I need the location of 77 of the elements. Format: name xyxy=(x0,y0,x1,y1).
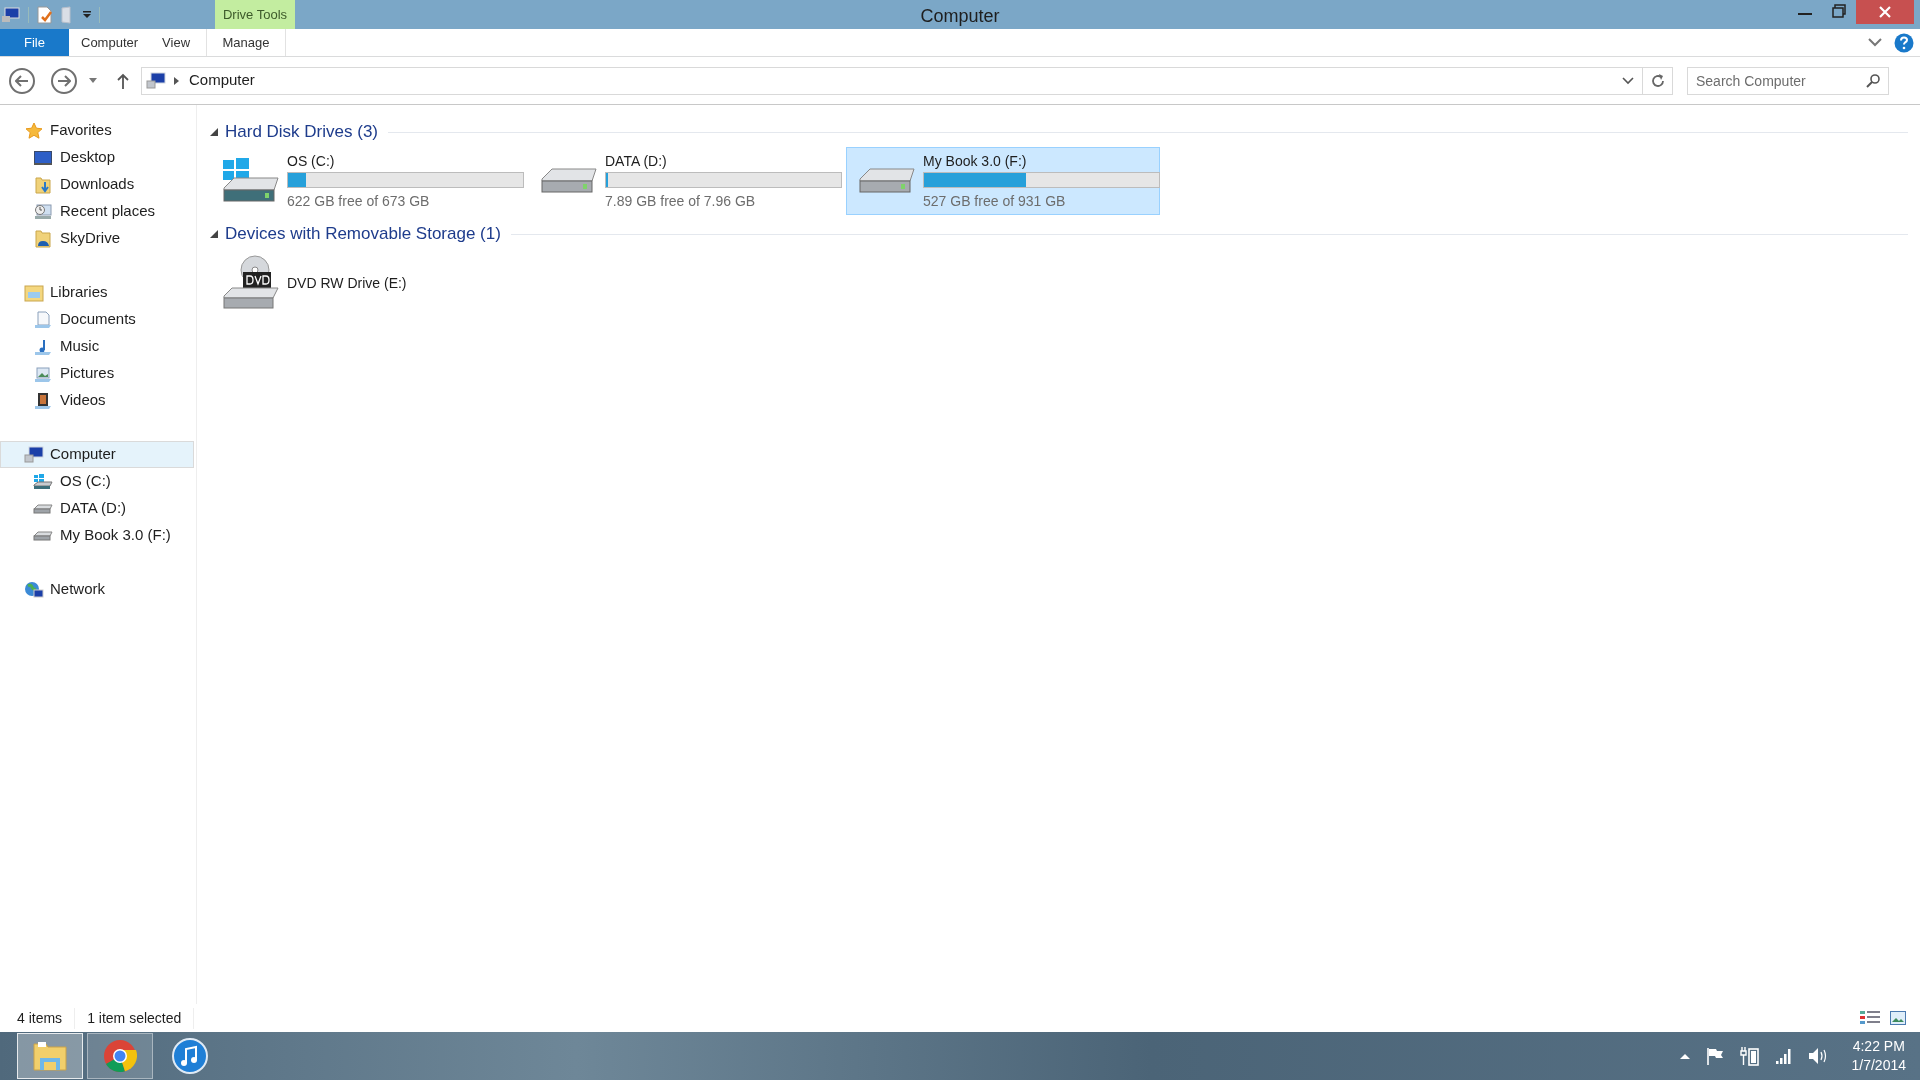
sidebar-item[interactable]: My Book 3.0 (F:) xyxy=(0,522,194,549)
back-arrow-icon xyxy=(15,74,29,87)
ribbon-tab[interactable]: Computer xyxy=(69,29,151,56)
selection-count: 1 item selected xyxy=(75,1007,195,1029)
collapse-triangle-icon[interactable] xyxy=(210,230,218,238)
group-header[interactable]: Hard Disk Drives (3) xyxy=(225,119,379,145)
drive-name: My Book 3.0 (F:) xyxy=(923,152,1028,170)
sidebar-item[interactable]: Computer xyxy=(0,441,194,468)
browser-icon[interactable] xyxy=(87,1033,153,1079)
computer-icon xyxy=(23,443,45,466)
search-icon[interactable] xyxy=(1866,73,1880,88)
sidebar-item[interactable]: Network xyxy=(0,576,194,603)
free-space: 7.89 GB free of 7.96 GB xyxy=(605,192,757,210)
computer-icon xyxy=(146,72,166,89)
collapse-triangle-icon[interactable] xyxy=(210,128,218,136)
up-arrow-icon[interactable] xyxy=(117,72,129,89)
forward-arrow-icon xyxy=(57,74,71,87)
drive-tile[interactable]: DVD RW Drive (E:) xyxy=(210,249,524,317)
drive-tile[interactable]: My Book 3.0 (F:) 527 GB free of 931 GB xyxy=(846,147,1160,215)
help-icon[interactable] xyxy=(1894,32,1914,53)
flag-icon[interactable] xyxy=(1705,1047,1724,1065)
context-tab-header: Drive Tools xyxy=(215,0,295,29)
close-button[interactable] xyxy=(1856,0,1914,24)
sidebar-item[interactable]: Documents xyxy=(0,306,194,333)
free-space: 527 GB free of 931 GB xyxy=(923,192,1067,210)
windows-drive-icon xyxy=(221,158,281,204)
chevron-down-icon[interactable] xyxy=(1622,76,1634,85)
expand-ribbon-icon[interactable] xyxy=(1868,38,1882,47)
dvd-drive-icon xyxy=(221,254,281,312)
sidebar-item[interactable]: SkyDrive xyxy=(0,225,194,252)
recent-locations-icon[interactable] xyxy=(89,78,97,83)
free-space: 622 GB free of 673 GB xyxy=(287,192,431,210)
signal-bars-icon[interactable] xyxy=(1775,1048,1792,1064)
hard-drive-icon xyxy=(539,167,599,195)
speaker-icon[interactable] xyxy=(1807,1047,1828,1065)
sidebar-item[interactable]: Videos xyxy=(0,387,194,414)
close-icon xyxy=(1879,6,1891,18)
sidebar-item[interactable]: Music xyxy=(0,333,194,360)
hard-drive-icon xyxy=(857,167,917,195)
large-icons-view-icon[interactable] xyxy=(1890,1011,1906,1025)
computer-icon[interactable] xyxy=(2,6,20,23)
sidebar-item[interactable]: Recent places xyxy=(0,198,194,225)
drive-tile[interactable]: OS (C:) 622 GB free of 673 GB xyxy=(210,147,524,215)
dropdown-icon[interactable] xyxy=(83,10,91,19)
address-bar[interactable]: Computer xyxy=(141,66,1673,95)
details-view-icon[interactable] xyxy=(1860,1010,1880,1026)
sidebar-item[interactable]: Downloads xyxy=(0,171,194,198)
properties-icon[interactable] xyxy=(37,5,53,24)
cloud-folder-icon xyxy=(32,227,54,250)
sidebar-item[interactable]: Libraries xyxy=(0,279,194,306)
refresh-icon[interactable] xyxy=(1649,72,1666,89)
sidebar-item[interactable]: Desktop xyxy=(0,144,194,171)
search-field[interactable]: Search Computer xyxy=(1687,66,1889,95)
clock-time[interactable]: 4:22 PM xyxy=(1852,1037,1905,1056)
breadcrumb-arrow-icon xyxy=(174,76,179,85)
forward-button[interactable] xyxy=(51,67,77,94)
drive-name: DVD RW Drive (E:) xyxy=(287,274,407,292)
ribbon-tab[interactable]: File xyxy=(0,29,69,56)
clock-date[interactable]: 1/7/2014 xyxy=(1851,1056,1906,1075)
show-hidden-icons-icon[interactable] xyxy=(1679,1053,1690,1059)
document-icon xyxy=(32,308,54,331)
window-title: Computer xyxy=(920,5,1000,28)
sidebar-item[interactable]: DATA (D:) xyxy=(0,495,194,522)
drive-name: OS (C:) xyxy=(287,152,336,170)
group-header[interactable]: Devices with Removable Storage (1) xyxy=(225,221,501,247)
item-count: 4 items xyxy=(17,1007,76,1029)
breadcrumb-item[interactable]: Computer xyxy=(189,69,255,92)
drive-tile[interactable]: DATA (D:) 7.89 GB free of 7.96 GB xyxy=(528,147,842,215)
sidebar-item[interactable]: Favorites xyxy=(0,117,194,144)
ribbon-tab[interactable]: Manage xyxy=(206,29,287,56)
restore-icon xyxy=(1832,4,1846,18)
sidebar-item[interactable]: OS (C:) xyxy=(0,468,194,495)
sidebar-item[interactable]: Pictures xyxy=(0,360,194,387)
battery-icon[interactable] xyxy=(1739,1046,1760,1066)
back-button[interactable] xyxy=(9,67,35,94)
ribbon-tab[interactable]: View xyxy=(150,29,203,56)
drive-name: DATA (D:) xyxy=(605,152,668,170)
